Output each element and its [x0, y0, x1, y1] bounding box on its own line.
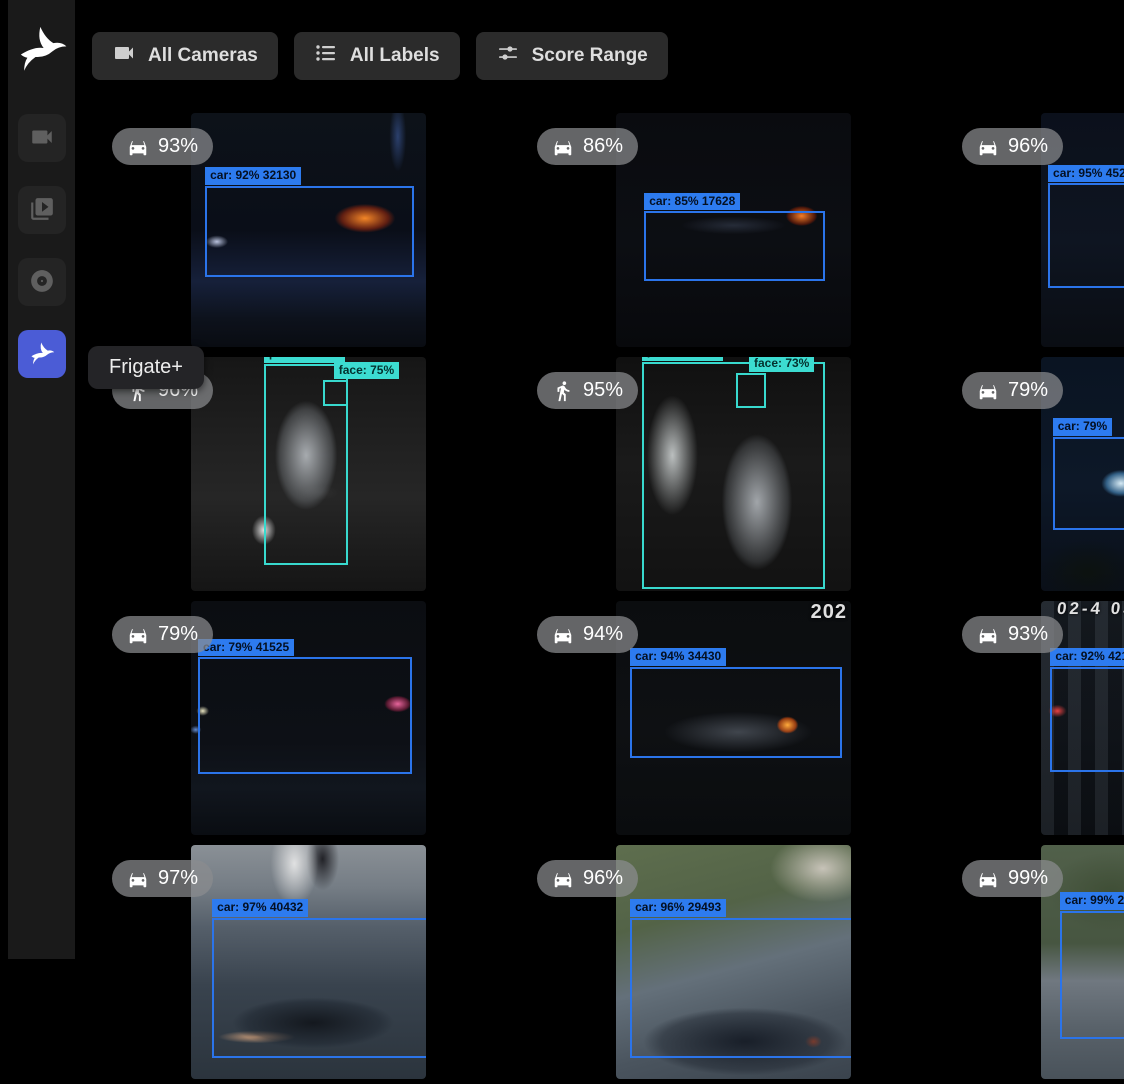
all-labels-button[interactable]: All Labels [294, 32, 460, 80]
sidebar-item-live[interactable] [18, 114, 66, 162]
car-icon [127, 868, 149, 890]
bounding-box: car: 85% 17628 [644, 211, 825, 281]
snapshot-thumbnail[interactable]: car: 95% 45260 [1041, 113, 1124, 347]
filter-toolbar: All Cameras All Labels Score Range [92, 32, 668, 80]
snapshot-cell: car: 94% 34430202 94% [521, 596, 946, 840]
sliders-icon [496, 41, 520, 71]
bounding-box-label: face: 75% [334, 362, 399, 380]
snapshot-thumbnail[interactable]: person: 94%face: 73% [616, 357, 851, 591]
sidebar [0, 0, 80, 959]
snapshot-cell: car: 99% 25 99% [946, 840, 1124, 1084]
car-icon [977, 380, 999, 402]
bounding-box: face: 73% [736, 373, 767, 408]
snapshot-cell: car: 95% 45260 96% [946, 108, 1124, 352]
all-cameras-button[interactable]: All Cameras [92, 32, 278, 80]
bounding-box-label: car: 95% 45260 [1048, 165, 1124, 183]
sidebar-item-frigate-plus[interactable] [18, 330, 66, 378]
snapshot-grid: car: 92% 32130 93% car: 85% 17628 86% ca… [96, 108, 1124, 1084]
car-icon [977, 624, 999, 646]
snapshot-thumbnail[interactable]: person: 96%face: 75% [191, 357, 426, 591]
bounding-box-label: car: 79% 41525 [198, 639, 294, 657]
bounding-box-label: car: 92% 4218 [1050, 648, 1124, 666]
car-icon [127, 136, 149, 158]
bounding-box-label: person: 94% [642, 357, 723, 361]
bounding-box: car: 97% 40432 [212, 918, 426, 1058]
sidebar-nav [18, 114, 66, 378]
bounding-box: car: 92% 32130 [205, 186, 414, 277]
camera-timestamp: 02-4 03 [1056, 601, 1124, 619]
snapshot-thumbnail[interactable]: car: 96% 29493 [616, 845, 851, 1079]
car-icon [127, 624, 149, 646]
camera-icon [112, 41, 136, 71]
frigate-logo-icon [14, 20, 70, 76]
bounding-box-label: car: 79% [1053, 418, 1112, 436]
car-icon [977, 136, 999, 158]
bounding-box: car: 92% 4218 [1050, 667, 1124, 772]
bounding-box: car: 94% 34430 [630, 667, 842, 758]
all-labels-label: All Labels [350, 45, 440, 67]
bounding-box: car: 99% 25 [1060, 911, 1124, 1040]
bounding-box-label: car: 92% 32130 [205, 167, 301, 185]
snapshot-thumbnail[interactable]: car: 94% 34430 202 [616, 601, 851, 835]
score-range-label: Score Range [532, 45, 648, 67]
camera-icon [29, 124, 55, 153]
camera-timestamp: 202 [811, 601, 847, 624]
frigate-plus-icon [29, 340, 55, 369]
car-icon [552, 136, 574, 158]
sidebar-item-recordings[interactable] [18, 258, 66, 306]
record-icon [29, 268, 55, 297]
frigate-plus-tooltip: Frigate+ [88, 346, 204, 389]
snapshot-thumbnail[interactable]: car: 92% 4218 02-4 03 [1041, 601, 1124, 835]
car-icon [552, 624, 574, 646]
snapshot-thumbnail[interactable]: car: 97% 40432 [191, 845, 426, 1079]
bounding-box: car: 79% 41525 [198, 657, 412, 774]
snapshot-thumbnail[interactable]: car: 92% 32130 [191, 113, 426, 347]
snapshot-cell: car: 97% 40432 97% [96, 840, 521, 1084]
bounding-box-label: car: 94% 34430 [630, 648, 726, 666]
snapshot-cell: car: 79% 41525 79% [96, 596, 521, 840]
sidebar-item-review[interactable] [18, 186, 66, 234]
bounding-box: car: 95% 45260 [1048, 183, 1124, 288]
car-icon [552, 868, 574, 890]
snapshot-thumbnail[interactable]: car: 85% 17628 [616, 113, 851, 347]
score-range-button[interactable]: Score Range [476, 32, 668, 80]
all-cameras-label: All Cameras [148, 45, 258, 67]
snapshot-thumbnail[interactable]: car: 99% 25 [1041, 845, 1124, 1079]
review-icon [29, 196, 55, 225]
snapshot-cell: car: 85% 17628 86% [521, 108, 946, 352]
snapshot-thumbnail[interactable]: car: 79% [1041, 357, 1124, 591]
snapshot-cell: car: 92% 421802-4 03 93% [946, 596, 1124, 840]
bounding-box: face: 75% [323, 380, 349, 406]
snapshot-cell: person: 94%face: 73% 95% [521, 352, 946, 596]
snapshot-thumbnail[interactable]: car: 79% 41525 [191, 601, 426, 835]
snapshot-cell: car: 92% 32130 93% [96, 108, 521, 352]
bounding-box-label: face: 73% [749, 357, 814, 372]
bounding-box-label: car: 96% 29493 [630, 899, 726, 917]
bounding-box-label: car: 99% 25 [1060, 892, 1124, 910]
snapshot-cell: car: 96% 29493 96% [521, 840, 946, 1084]
person-icon [552, 380, 574, 402]
bounding-box-label: car: 97% 40432 [212, 899, 308, 917]
car-icon [977, 868, 999, 890]
bounding-box: car: 79% [1053, 437, 1124, 531]
list-icon [314, 41, 338, 71]
snapshot-cell: car: 79% 79% [946, 352, 1124, 596]
bounding-box: person: 94% [642, 362, 825, 589]
bounding-box-label: car: 85% 17628 [644, 193, 740, 211]
bounding-box: car: 96% 29493 [630, 918, 851, 1058]
